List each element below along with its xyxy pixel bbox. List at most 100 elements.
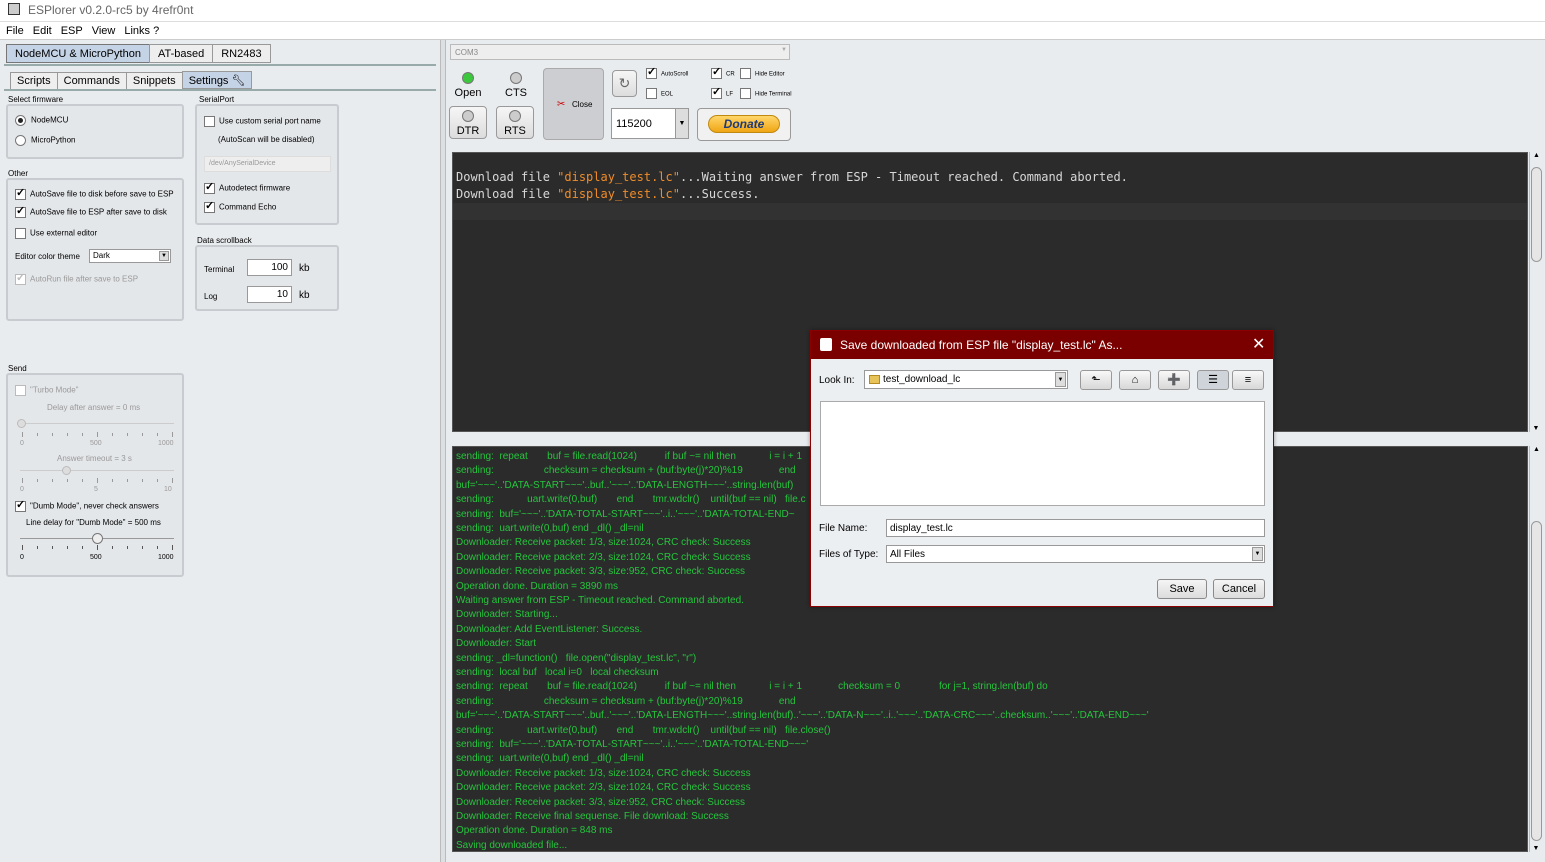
radio-nodemcu-circle[interactable] — [15, 115, 26, 126]
serial-device-input: /dev/AnySerialDevice — [204, 156, 331, 172]
baud-select[interactable]: 115200 ▼ — [611, 108, 689, 139]
rts-button[interactable]: RTS — [496, 106, 534, 139]
tab-commands[interactable]: Commands — [56, 72, 127, 90]
terminal-scrollbar[interactable]: ▲ ▼ — [1529, 152, 1543, 432]
close-button[interactable]: ✂ Close — [543, 68, 604, 140]
menu-esp[interactable]: ESP — [55, 22, 86, 37]
eol-checkbox[interactable]: EOL — [646, 88, 673, 99]
autosave-disk-box[interactable] — [15, 189, 26, 200]
menu-view[interactable]: View — [86, 22, 119, 37]
radio-micropython-circle[interactable] — [15, 135, 26, 146]
editor-theme-select[interactable]: Dark ▼ — [89, 249, 171, 263]
log-line: Waiting answer from ESP - Timeout reache… — [456, 595, 744, 606]
command-echo-checkbox[interactable]: Command Echo — [204, 202, 276, 213]
radio-micropython[interactable]: MicroPython — [15, 135, 75, 146]
autosave-esp-box[interactable] — [15, 207, 26, 218]
external-editor-label: Use external editor — [30, 228, 98, 238]
answer-timeout-label: Answer timeout = 3 s — [57, 454, 132, 463]
open-button[interactable]: Open — [450, 67, 486, 103]
save-button[interactable]: Save — [1157, 579, 1207, 599]
cts-led-icon — [510, 72, 522, 84]
delay-slider-min: 0 — [20, 440, 24, 447]
log-scroll-thumb[interactable] — [1531, 521, 1542, 841]
tab-settings[interactable]: Settings 🔧︎ — [181, 71, 253, 89]
hide-terminal-box[interactable] — [740, 88, 751, 99]
list-view-icon[interactable]: ☰ — [1197, 370, 1229, 390]
save-dialog: Save downloaded from ESP file "display_t… — [810, 330, 1274, 607]
slider-tick — [52, 546, 53, 549]
eol-box[interactable] — [646, 88, 657, 99]
dtr-button[interactable]: DTR — [449, 106, 487, 139]
menu-edit[interactable]: Edit — [27, 22, 55, 37]
look-in-select[interactable]: test_download_lc ▼ — [864, 370, 1068, 389]
menu-file[interactable]: File — [0, 22, 27, 37]
chevron-down-icon[interactable]: ▼ — [1252, 547, 1263, 561]
radio-nodemcu[interactable]: NodeMCU — [15, 115, 68, 126]
slider-tick — [172, 432, 173, 437]
chevron-down-icon[interactable]: ▼ — [1055, 372, 1066, 387]
autosave-disk-checkbox[interactable]: AutoSave file to disk before save to ESP — [15, 189, 174, 200]
autoscroll-box[interactable] — [646, 68, 657, 79]
tab-snippets[interactable]: Snippets — [125, 72, 183, 90]
slider-tick — [37, 546, 38, 549]
terminal-scrollback-input[interactable]: 100 — [247, 259, 292, 276]
external-editor-box[interactable] — [15, 228, 26, 239]
cr-checkbox[interactable]: CR — [711, 68, 735, 79]
file-name-input[interactable]: display_test.lc — [886, 519, 1265, 537]
new-folder-icon[interactable]: ➕ — [1158, 370, 1190, 390]
home-icon[interactable]: ⌂ — [1119, 370, 1151, 390]
slider-tick — [67, 546, 68, 549]
tab-at-based[interactable]: AT-based — [148, 44, 214, 63]
custom-serial-checkbox[interactable]: Use custom serial port name — [204, 116, 321, 127]
cancel-button[interactable]: Cancel — [1213, 579, 1265, 599]
open-label: Open — [454, 87, 482, 99]
up-folder-icon[interactable]: ⬑ — [1080, 370, 1112, 390]
log-scrollback-input[interactable]: 10 — [247, 286, 292, 303]
scroll-up-icon[interactable]: ▲ — [1530, 446, 1543, 453]
tab-scripts[interactable]: Scripts — [10, 72, 58, 90]
lf-checkbox[interactable]: LF — [711, 88, 733, 99]
files-type-select[interactable]: All Files ▼ — [886, 545, 1265, 563]
cts-indicator: CTS — [498, 67, 534, 103]
cr-box[interactable] — [711, 68, 722, 79]
scroll-up-icon[interactable]: ▲ — [1530, 152, 1543, 159]
lf-box[interactable] — [711, 88, 722, 99]
menu-links[interactable]: Links ? — [118, 22, 162, 37]
command-echo-box[interactable] — [204, 202, 215, 213]
log-line: Downloader: Receive final sequense. File… — [456, 811, 729, 822]
slider-tick — [97, 478, 98, 483]
hide-terminal-checkbox[interactable]: Hide Terminal — [740, 88, 792, 99]
terminal-scroll-thumb[interactable] — [1531, 167, 1542, 262]
close-icon[interactable]: ✕ — [1252, 334, 1265, 354]
log-scrollbar[interactable]: ▲ ▼ — [1529, 446, 1543, 852]
terminal-filename: "display_test.lc" — [557, 187, 680, 201]
autosave-esp-checkbox[interactable]: AutoSave file to ESP after save to disk — [15, 207, 167, 218]
tab-rn2483[interactable]: RN2483 — [212, 44, 271, 63]
hide-editor-checkbox[interactable]: Hide Editor — [740, 68, 785, 79]
custom-serial-label: Use custom serial port name — [219, 116, 321, 126]
port-select[interactable]: COM3 ▼ — [450, 44, 790, 60]
autoscroll-checkbox[interactable]: AutoScroll — [646, 68, 688, 79]
chevron-down-icon[interactable]: ▼ — [159, 251, 169, 261]
log-line: sending: local buf local i=0 local check… — [456, 667, 659, 678]
lf-label: LF — [726, 91, 734, 98]
tab-nodemcu[interactable]: NodeMCU & MicroPython — [6, 44, 150, 63]
dtr-led-icon — [462, 110, 474, 122]
chevron-down-icon[interactable]: ▼ — [675, 109, 688, 138]
details-view-icon[interactable]: ≡ — [1232, 370, 1264, 390]
custom-serial-box[interactable] — [204, 116, 215, 127]
dumb-mode-box[interactable] — [15, 501, 26, 512]
slider-tick — [22, 545, 23, 550]
autodetect-checkbox[interactable]: Autodetect firmware — [204, 183, 290, 194]
log-line: sending: buf='~~~'..'DATA-TOTAL-START~~~… — [456, 508, 795, 520]
line-delay-slider-handle[interactable] — [92, 533, 103, 544]
refresh-ports-button[interactable]: ↻ — [612, 70, 637, 97]
donate-button[interactable]: Donate — [697, 108, 791, 141]
scroll-down-icon[interactable]: ▼ — [1530, 425, 1542, 432]
external-editor-checkbox[interactable]: Use external editor — [15, 228, 97, 239]
autodetect-box[interactable] — [204, 183, 215, 194]
file-list[interactable] — [820, 401, 1265, 506]
dumb-mode-checkbox[interactable]: "Dumb Mode", never check answers — [15, 501, 159, 512]
hide-editor-box[interactable] — [740, 68, 751, 79]
scroll-down-icon[interactable]: ▼ — [1530, 845, 1542, 852]
